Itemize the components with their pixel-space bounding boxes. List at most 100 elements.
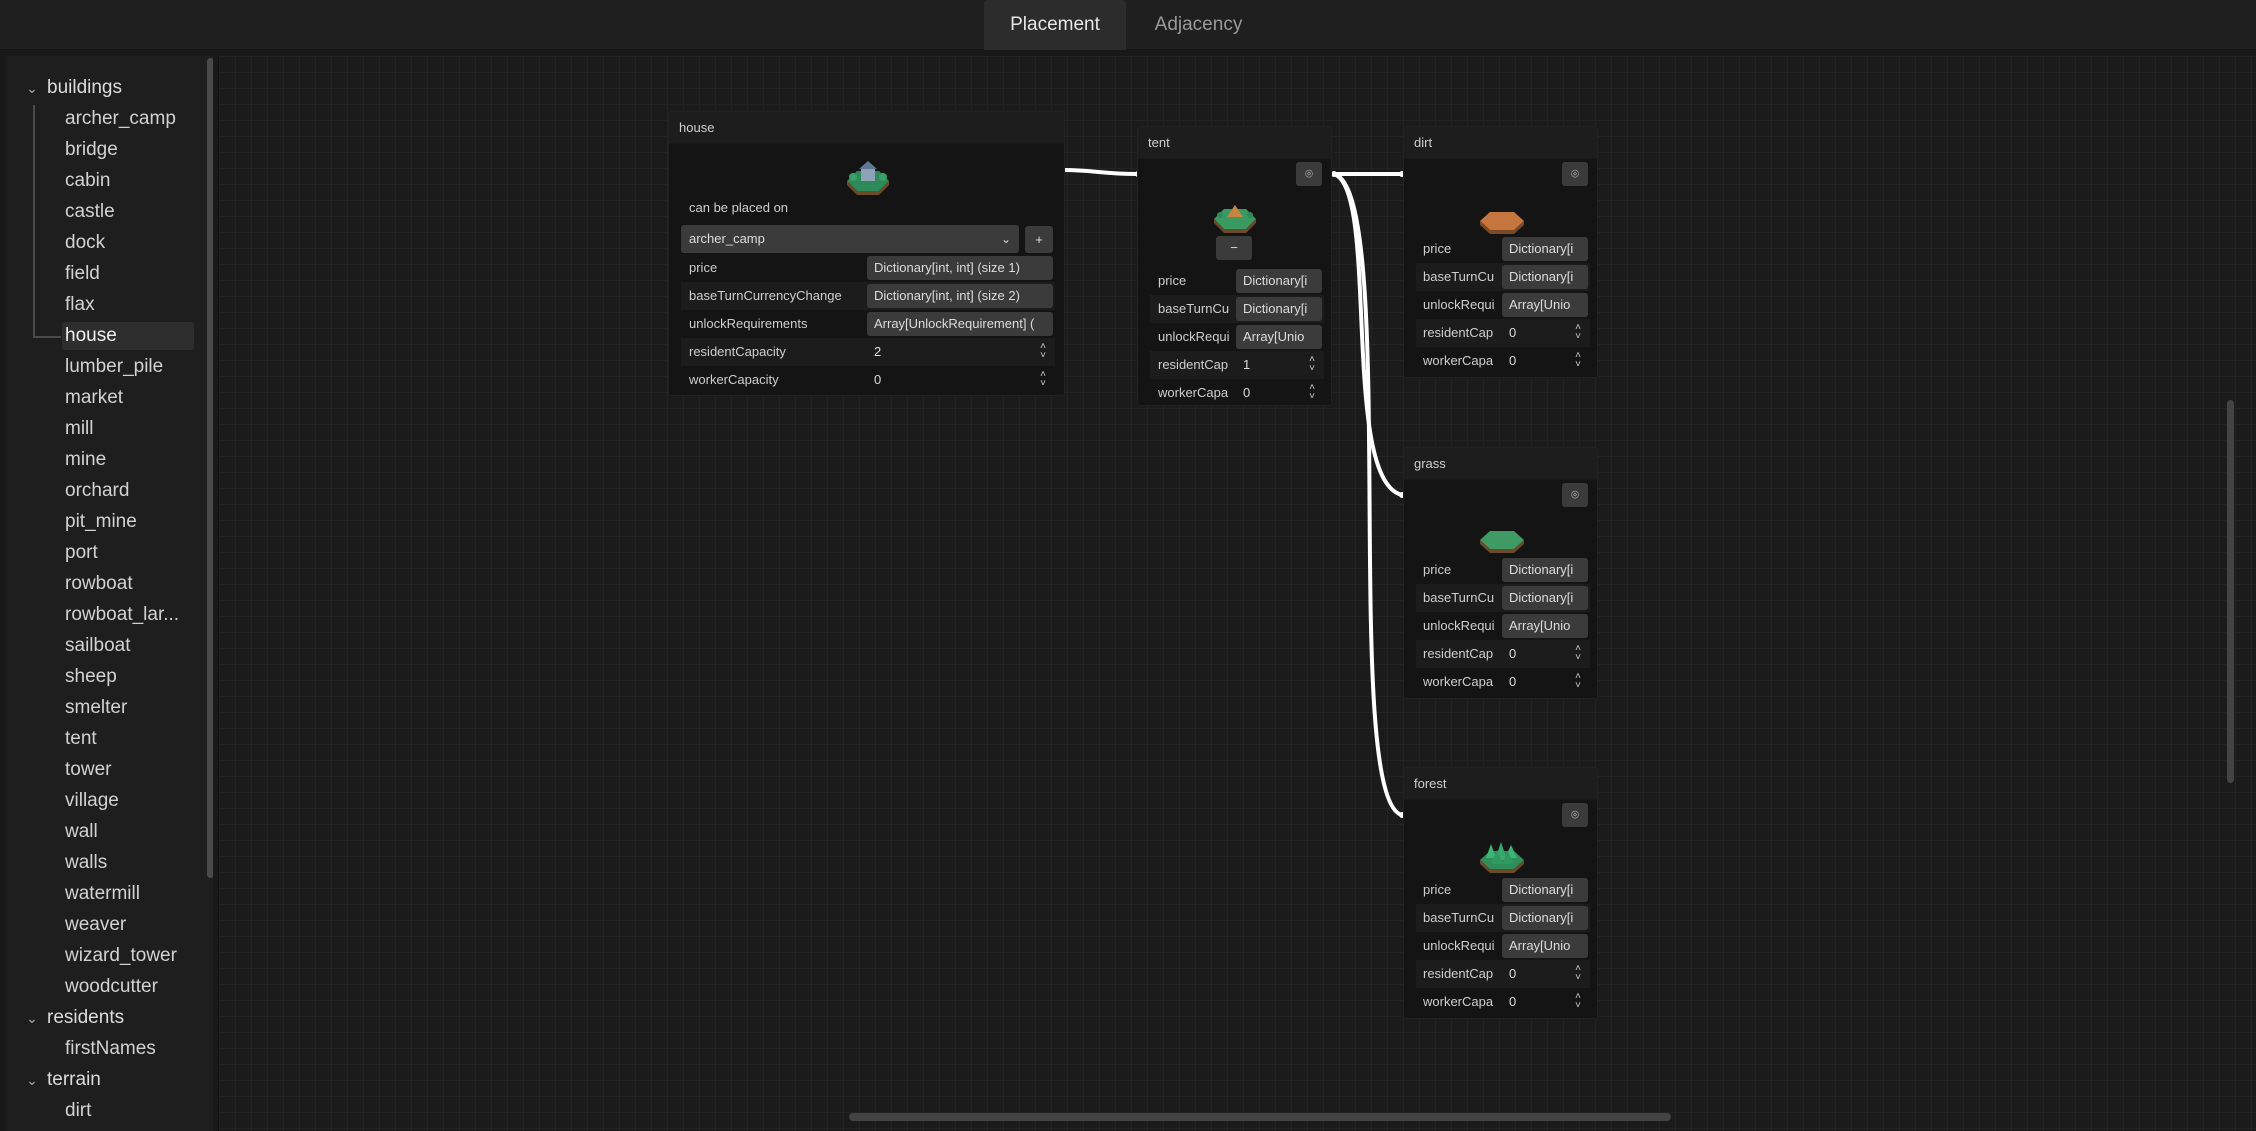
spinner-arrows-icon[interactable]: ˄ ˅ xyxy=(1306,355,1318,375)
property-value: 0 xyxy=(1509,674,1517,689)
property-label: price xyxy=(689,260,718,275)
property-value: Array[Unio xyxy=(1509,297,1571,312)
house-tile-icon xyxy=(847,161,889,195)
spinner-arrows-icon[interactable]: ˄ ˅ xyxy=(1572,644,1584,664)
property-resource-button[interactable]: Array[Unio xyxy=(1236,325,1322,349)
wire-house-tent xyxy=(1062,168,1139,176)
property-label: price xyxy=(1423,882,1452,897)
property-resource-button[interactable]: Array[UnlockRequirement] ( xyxy=(867,312,1053,336)
remove-button[interactable]: − xyxy=(1216,236,1252,260)
node-title[interactable]: grass xyxy=(1404,448,1597,480)
property-number-field[interactable]: 0 ˄ ˅ xyxy=(1502,349,1588,373)
property-value: Dictionary[i xyxy=(1509,590,1574,605)
property-label: price xyxy=(1423,562,1452,577)
node-title[interactable]: dirt xyxy=(1404,127,1597,159)
node-tent[interactable]: tent ⌾ − price Dictionary[i baseTurnCu Dict… xyxy=(1137,126,1332,406)
spinner-arrows-icon[interactable]: ˄ ˅ xyxy=(1306,383,1318,403)
property-label: workerCapacity xyxy=(689,372,779,387)
chevron-down-icon: ⌄ xyxy=(1000,232,1011,246)
property-resource-button[interactable]: Dictionary[int, int] (size 2) xyxy=(867,284,1053,308)
link-icon: ⌾ xyxy=(1571,166,1579,181)
property-resource-button[interactable]: Dictionary[i xyxy=(1236,269,1322,293)
property-resource-button[interactable]: Dictionary[int, int] (size 1) xyxy=(867,256,1053,280)
property-value: Array[Unio xyxy=(1509,938,1571,953)
spinner-arrows-icon[interactable]: ˄ ˅ xyxy=(1572,672,1584,692)
spinner-arrows-icon[interactable]: ˄ ˅ xyxy=(1037,370,1049,390)
spinner-arrows-icon[interactable]: ˄ ˅ xyxy=(1572,323,1584,343)
property-resource-button[interactable]: Array[Unio xyxy=(1502,293,1588,317)
property-value: 0 xyxy=(1509,353,1517,368)
placement-select-value: archer_camp xyxy=(689,231,765,246)
property-value: 2 xyxy=(874,344,882,359)
add-placement-button[interactable]: + xyxy=(1025,226,1053,253)
property-number-field[interactable]: 0 ˄ ˅ xyxy=(867,368,1053,392)
node-title[interactable]: tent xyxy=(1138,127,1331,159)
property-value: Dictionary[i xyxy=(1243,301,1308,316)
property-label: unlockRequi xyxy=(1423,297,1495,312)
tent-tile-icon xyxy=(1214,205,1256,233)
property-value: 0 xyxy=(1509,646,1517,661)
property-number-field[interactable]: 2 ˄ ˅ xyxy=(867,340,1053,364)
node-forest[interactable]: forest ⌾ price Dictionary[i baseTurnCu Dict… xyxy=(1403,767,1598,1019)
node-house[interactable]: house can be placed on archer_camp ⌄ + p… xyxy=(668,111,1065,396)
connection-wires xyxy=(1060,167,1405,818)
property-label: baseTurnCurrencyChange xyxy=(689,288,842,303)
property-value: Array[UnlockRequirement] ( xyxy=(874,316,1035,331)
property-resource-button[interactable]: Array[Unio xyxy=(1502,614,1588,638)
link-button[interactable]: ⌾ xyxy=(1562,162,1588,186)
property-label: unlockRequi xyxy=(1423,618,1495,633)
property-number-field[interactable]: 0 ˄ ˅ xyxy=(1502,321,1588,345)
property-resource-button[interactable]: Dictionary[i xyxy=(1502,265,1588,289)
wire-tent-forest xyxy=(1333,172,1403,817)
node-dirt[interactable]: dirt ⌾ price Dictionary[i baseTurnCu Dictio… xyxy=(1403,126,1598,378)
property-number-field[interactable]: 0 ˄ ˅ xyxy=(1502,670,1588,694)
spinner-arrows-icon[interactable]: ˄ ˅ xyxy=(1572,351,1584,371)
spinner-arrows-icon[interactable]: ˄ ˅ xyxy=(1572,992,1584,1012)
property-number-field[interactable]: 0 ˄ ˅ xyxy=(1502,962,1588,986)
property-resource-button[interactable]: Array[Unio xyxy=(1502,934,1588,958)
placement-select[interactable]: archer_camp ⌄ xyxy=(681,225,1019,253)
link-button[interactable]: ⌾ xyxy=(1296,162,1322,186)
property-value: Dictionary[int, int] (size 2) xyxy=(874,288,1020,303)
property-label: residentCap xyxy=(1423,966,1494,981)
property-label: residentCap xyxy=(1158,357,1229,372)
forest-tile-icon xyxy=(1480,842,1524,873)
property-value: Array[Unio xyxy=(1243,329,1305,344)
property-value: 0 xyxy=(1509,325,1517,340)
property-value: 0 xyxy=(874,372,882,387)
property-resource-button[interactable]: Dictionary[i xyxy=(1502,237,1588,261)
property-value: Dictionary[i xyxy=(1509,241,1574,256)
property-label: price xyxy=(1158,273,1187,288)
property-label: baseTurnCu xyxy=(1158,301,1230,316)
can-be-placed-on-label: can be placed on xyxy=(689,200,789,215)
link-button[interactable]: ⌾ xyxy=(1562,803,1588,827)
property-label: unlockRequi xyxy=(1423,938,1495,953)
property-number-field[interactable]: 0 ˄ ˅ xyxy=(1502,990,1588,1014)
spinner-arrows-icon[interactable]: ˄ ˅ xyxy=(1572,964,1584,984)
property-value: 0 xyxy=(1509,966,1517,981)
grass-tile-icon xyxy=(1480,531,1524,553)
property-label: baseTurnCu xyxy=(1423,910,1495,925)
property-resource-button[interactable]: Dictionary[i xyxy=(1502,586,1588,610)
property-resource-button[interactable]: Dictionary[i xyxy=(1236,297,1322,321)
property-resource-button[interactable]: Dictionary[i xyxy=(1502,558,1588,582)
link-icon: ⌾ xyxy=(1571,807,1579,822)
property-label: residentCapacity xyxy=(689,344,786,359)
property-resource-button[interactable]: Dictionary[i xyxy=(1502,878,1588,902)
property-label: unlockRequi xyxy=(1158,329,1230,344)
property-number-field[interactable]: 0 ˄ ˅ xyxy=(1502,642,1588,666)
link-button[interactable]: ⌾ xyxy=(1562,483,1588,507)
property-label: residentCap xyxy=(1423,646,1494,661)
property-number-field[interactable]: 1 ˄ ˅ xyxy=(1236,353,1322,377)
node-title[interactable]: forest xyxy=(1404,768,1597,800)
node-title[interactable]: house xyxy=(669,112,1064,144)
spinner-arrows-icon[interactable]: ˄ ˅ xyxy=(1037,342,1049,362)
property-value: Dictionary[i xyxy=(1243,273,1308,288)
property-number-field[interactable]: 0 ˄ ˅ xyxy=(1236,381,1322,405)
property-value: 0 xyxy=(1243,385,1251,400)
property-label: price xyxy=(1423,241,1452,256)
node-grass[interactable]: grass ⌾ price Dictionary[i baseTurnCu Dicti… xyxy=(1403,447,1598,699)
property-resource-button[interactable]: Dictionary[i xyxy=(1502,906,1588,930)
property-label: baseTurnCu xyxy=(1423,269,1495,284)
property-value: Dictionary[i xyxy=(1509,562,1574,577)
